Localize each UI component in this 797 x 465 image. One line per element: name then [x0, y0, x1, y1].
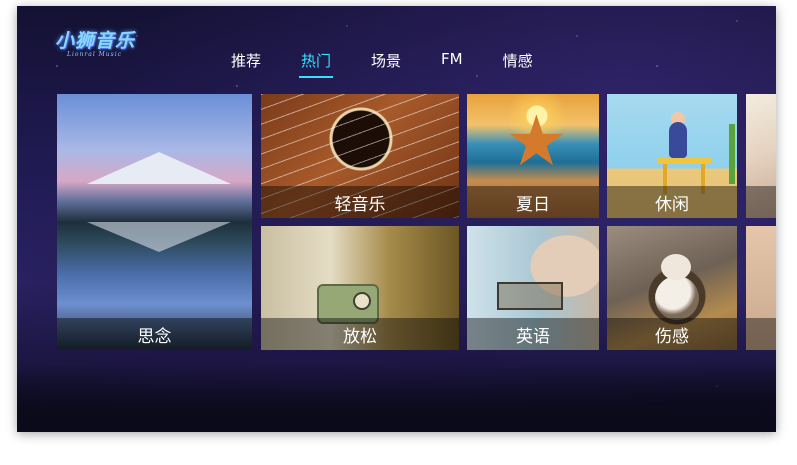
tile-light-music[interactable]: 轻音乐: [261, 94, 459, 218]
tile-miss[interactable]: 思念: [57, 94, 252, 350]
tile-sad[interactable]: 伤感: [607, 226, 737, 350]
tile-partial-next[interactable]: [746, 94, 776, 218]
tab-scene[interactable]: 场景: [371, 50, 401, 71]
tile-caption: 夏日: [467, 186, 599, 218]
tab-fm[interactable]: FM: [441, 50, 463, 71]
tile-caption: 轻音乐: [261, 186, 459, 218]
tile-caption: 放松: [261, 318, 459, 350]
tab-recommend[interactable]: 推荐: [231, 50, 261, 71]
tile-english[interactable]: 英语: [467, 226, 599, 350]
ground-silhouette: [17, 362, 776, 432]
logo-text: 小狮音乐: [55, 30, 136, 52]
app-logo: 小狮音乐 Lionral Music: [55, 26, 135, 58]
tile-summer[interactable]: ★ 夏日: [467, 94, 599, 218]
tile-leisure[interactable]: 休闲: [607, 94, 737, 218]
tab-emotion[interactable]: 情感: [503, 50, 533, 71]
mountain-lake-image: [57, 94, 252, 350]
tile-caption-blank: [746, 186, 776, 218]
tab-hot[interactable]: 热门: [299, 50, 334, 78]
tile-caption: 伤感: [607, 318, 737, 350]
tile-caption-blank: [746, 318, 776, 350]
tile-relax[interactable]: 放松: [261, 226, 459, 350]
tile-caption: 英语: [467, 318, 599, 350]
app-screen: 小狮音乐 Lionral Music 推荐 热门 场景 FM 情感 思念 轻音乐…: [17, 6, 776, 432]
tile-caption: 思念: [57, 318, 252, 350]
logo-subtitle: Lionral Music: [67, 51, 123, 58]
tile-caption: 休闲: [607, 186, 737, 218]
tile-partial-next-2[interactable]: [746, 226, 776, 350]
top-nav: 推荐 热门 场景 FM 情感: [231, 50, 573, 78]
